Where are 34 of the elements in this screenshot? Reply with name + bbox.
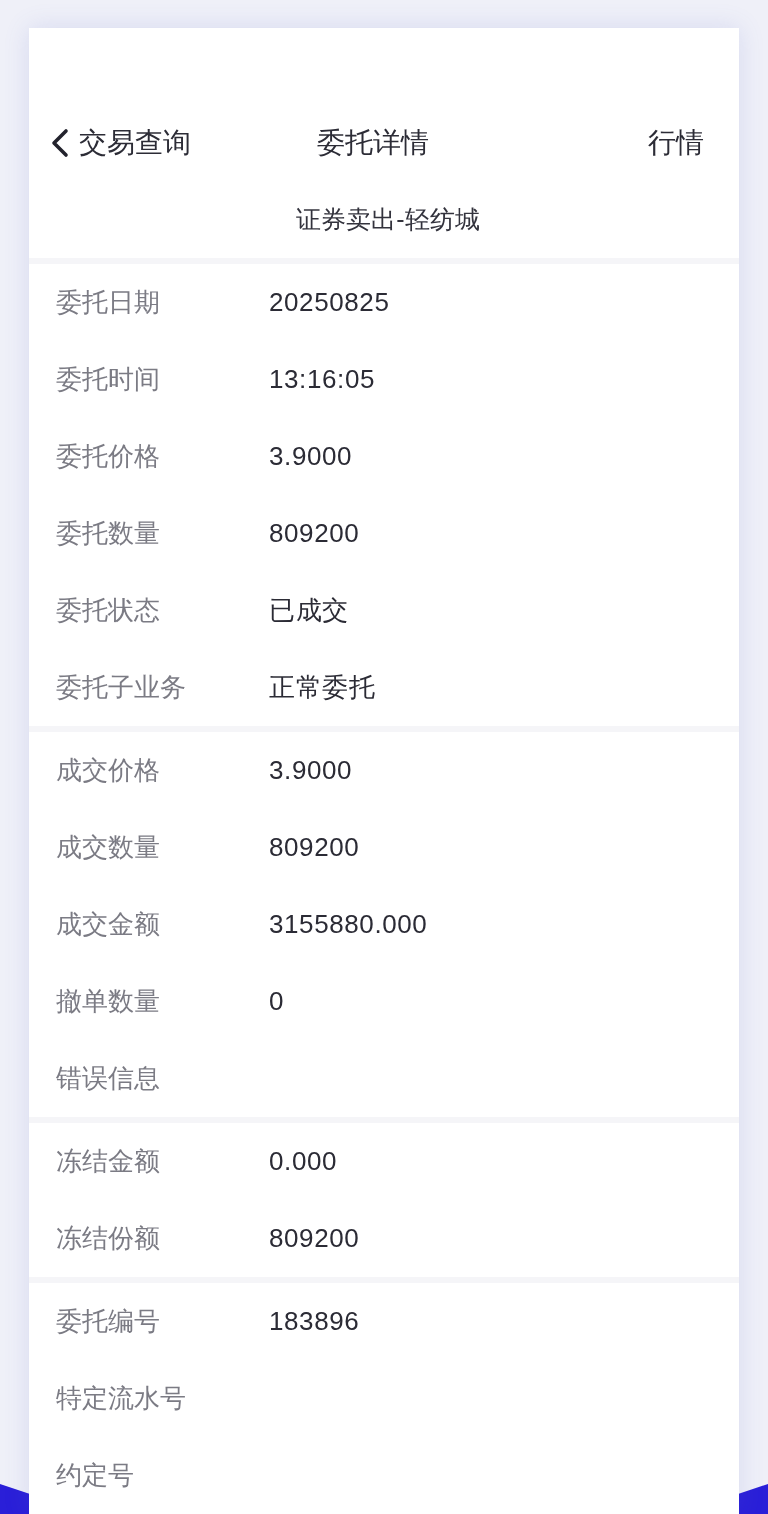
field-label: 冻结份额: [56, 1222, 161, 1255]
field-label: 委托子业务: [56, 671, 187, 704]
page-title: 委托详情: [316, 126, 429, 160]
field-label: 委托数量: [56, 517, 161, 550]
field-label: 冻结金额: [56, 1145, 161, 1178]
field-label: 委托日期: [56, 286, 161, 319]
field-value: 3155880.000: [269, 909, 428, 940]
field-value: 809200: [269, 1223, 360, 1254]
field-label: 错误信息: [56, 1062, 161, 1095]
field-value: 3.9000: [269, 441, 353, 472]
field-label: 成交价格: [56, 754, 161, 787]
field-label: 委托价格: [56, 440, 161, 473]
back-chevron-icon: [49, 128, 71, 158]
field-label: 成交数量: [56, 831, 161, 864]
back-button[interactable]: 交易查询: [49, 124, 191, 162]
field-value: 20250825: [269, 287, 390, 318]
order-subtitle: 证券卖出-轻纺城: [296, 204, 480, 235]
field-label: 特定流水号: [56, 1382, 187, 1415]
field-value: 3.9000: [269, 755, 353, 786]
field-value: 809200: [269, 832, 360, 863]
field-label: 委托状态: [56, 594, 161, 627]
field-value: 183896: [269, 1306, 360, 1337]
field-label: 约定号: [56, 1459, 135, 1492]
field-value: 809200: [269, 518, 360, 549]
field-label: 撤单数量: [56, 985, 161, 1018]
field-label: 成交金额: [56, 908, 161, 941]
field-label: 委托编号: [56, 1305, 161, 1338]
field-value: 已成交: [269, 594, 349, 627]
field-value: 13:16:05: [269, 364, 375, 395]
field-value: 0: [269, 986, 285, 1017]
market-button[interactable]: 行情: [648, 124, 704, 162]
field-value: 0.000: [269, 1146, 338, 1177]
field-label: 委托时间: [56, 363, 161, 396]
field-value: 正常委托: [269, 671, 376, 704]
